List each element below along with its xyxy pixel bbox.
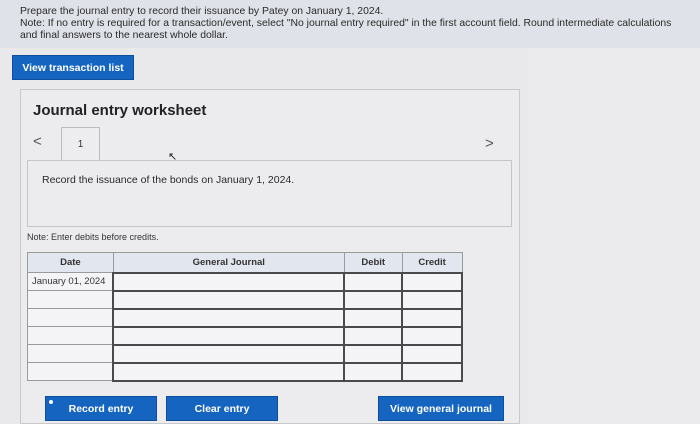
debit-header: Debit <box>343 252 403 273</box>
date-cell <box>27 362 114 381</box>
instructions-line-1: Prepare the journal entry to record thei… <box>20 6 384 17</box>
table-row <box>27 343 463 364</box>
worksheet-title: Journal entry worksheet <box>33 102 207 119</box>
record-entry-label: Record entry <box>68 402 134 415</box>
background-area <box>528 48 700 424</box>
account-field[interactable] <box>112 325 346 346</box>
account-field[interactable] <box>112 343 346 364</box>
debit-field[interactable] <box>343 271 404 292</box>
credit-field[interactable] <box>401 361 463 382</box>
journal-entry-worksheet: Journal entry worksheet < 1 > ↖ Record t… <box>20 89 520 424</box>
account-field[interactable] <box>112 289 346 310</box>
debit-field[interactable] <box>343 343 404 364</box>
instructions-line-2: Note: If no entry is required for a tran… <box>20 18 672 41</box>
credit-field[interactable] <box>401 343 463 364</box>
debit-field[interactable] <box>343 325 404 346</box>
table-row <box>27 325 463 346</box>
instructions: Prepare the journal entry to record thei… <box>20 6 690 42</box>
transaction-description: Record the issuance of the bonds on Janu… <box>42 174 295 186</box>
transaction-description-box: Record the issuance of the bonds on Janu… <box>27 160 512 227</box>
debits-note: Note: Enter debits before credits. <box>27 232 159 242</box>
table-row <box>27 307 463 328</box>
table-header-row: Date General Journal Debit Credit <box>27 252 463 273</box>
date-header: Date <box>27 252 114 273</box>
table-row <box>27 289 463 310</box>
table-row <box>27 361 463 382</box>
credit-field[interactable] <box>401 307 463 328</box>
credit-field[interactable] <box>401 271 463 292</box>
credit-field[interactable] <box>401 289 463 310</box>
date-cell <box>27 326 114 345</box>
account-field[interactable] <box>112 271 346 292</box>
view-general-journal-button[interactable]: View general journal <box>378 396 504 421</box>
next-arrow-icon[interactable]: > <box>485 135 499 152</box>
date-cell: January 01, 2024 <box>27 272 114 291</box>
account-field[interactable] <box>112 361 346 382</box>
record-entry-button[interactable]: Record entry <box>45 396 157 421</box>
date-cell <box>27 290 114 309</box>
table-row: January 01, 2024 <box>27 271 463 292</box>
record-indicator-icon <box>49 400 53 404</box>
debit-field[interactable] <box>343 307 404 328</box>
general-journal-header: General Journal <box>112 252 345 273</box>
journal-table: Date General Journal Debit Credit Januar… <box>27 252 463 382</box>
view-transaction-list-button[interactable]: View transaction list <box>12 55 134 80</box>
account-field[interactable] <box>112 307 346 328</box>
previous-arrow-icon[interactable]: < <box>33 133 47 150</box>
debit-field[interactable] <box>343 361 404 382</box>
tab-1[interactable]: 1 <box>61 127 100 161</box>
clear-entry-button[interactable]: Clear entry <box>166 396 278 421</box>
date-cell <box>27 308 114 327</box>
debit-field[interactable] <box>343 289 404 310</box>
credit-header: Credit <box>401 252 463 273</box>
credit-field[interactable] <box>401 325 463 346</box>
date-cell <box>27 344 114 363</box>
